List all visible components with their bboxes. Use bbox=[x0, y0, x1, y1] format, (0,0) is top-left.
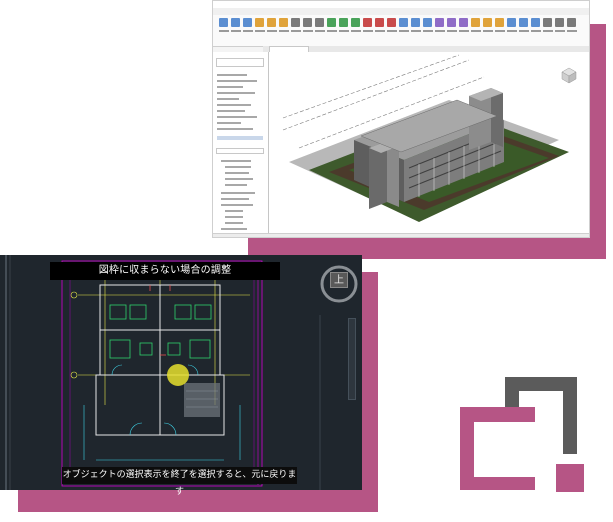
ribbon-tool-label bbox=[471, 30, 481, 32]
ribbon-tool-icon[interactable] bbox=[363, 18, 372, 27]
ribbon-tool-icon[interactable] bbox=[507, 18, 516, 27]
ribbon-tool-icon[interactable] bbox=[567, 18, 576, 27]
ribbon-tool-icon[interactable] bbox=[351, 18, 360, 27]
floor-plan-drawing bbox=[5, 255, 321, 490]
ribbon-tool-label bbox=[387, 30, 397, 32]
ribbon-tool-icon[interactable] bbox=[447, 18, 456, 27]
ribbon-tool-label bbox=[423, 30, 433, 32]
project-browser-search[interactable] bbox=[216, 148, 264, 154]
ribbon-tool-icon[interactable] bbox=[531, 18, 540, 27]
ribbon-tool-icon[interactable] bbox=[303, 18, 312, 27]
ribbon-tool-label bbox=[327, 30, 337, 32]
view-cube-top[interactable]: 上 bbox=[330, 272, 348, 288]
ribbon-tool-icon[interactable] bbox=[495, 18, 504, 27]
ribbon-tool-icon[interactable] bbox=[387, 18, 396, 27]
revit-window bbox=[212, 0, 590, 238]
ribbon-tool-icon[interactable] bbox=[231, 18, 240, 27]
ribbon-tool-label bbox=[279, 30, 289, 32]
ribbon-tool-icon[interactable] bbox=[411, 18, 420, 27]
navigation-bar[interactable] bbox=[348, 318, 356, 400]
autocad-window[interactable] bbox=[0, 255, 362, 490]
ribbon-tool-label bbox=[351, 30, 361, 32]
cursor-highlight-icon bbox=[167, 364, 189, 386]
ribbon-tool-label bbox=[219, 30, 229, 32]
ribbon-tool-label bbox=[531, 30, 541, 32]
ribbon-tool-label bbox=[231, 30, 241, 32]
ribbon-tool-label bbox=[543, 30, 553, 32]
tutorial-banner-text: 図枠に収まらない場合の調整 bbox=[98, 265, 232, 276]
ribbon-tool-label bbox=[255, 30, 265, 32]
ribbon-tool-label bbox=[447, 30, 457, 32]
view-cube-icon bbox=[561, 67, 577, 84]
ribbon-tool-label bbox=[339, 30, 349, 32]
ribbon-tool-label bbox=[375, 30, 385, 32]
ribbon-tool-icon[interactable] bbox=[423, 18, 432, 27]
ribbon-tool-label bbox=[291, 30, 301, 32]
overlapping-squares-icon bbox=[460, 377, 584, 492]
ribbon-tool-icon[interactable] bbox=[483, 18, 492, 27]
ribbon-tool-label bbox=[483, 30, 493, 32]
ribbon-tool-label bbox=[399, 30, 409, 32]
ribbon-tool-icon[interactable] bbox=[519, 18, 528, 27]
tutorial-banner: 図枠に収まらない場合の調整 bbox=[50, 262, 280, 280]
ribbon-tool-icon[interactable] bbox=[459, 18, 468, 27]
ribbon-tool-icon[interactable] bbox=[435, 18, 444, 27]
ribbon-tool-icon[interactable] bbox=[219, 18, 228, 27]
ribbon-tool-label bbox=[495, 30, 505, 32]
ribbon-tool-label bbox=[411, 30, 421, 32]
ribbon-tool-icon[interactable] bbox=[375, 18, 384, 27]
type-selector[interactable] bbox=[216, 58, 264, 67]
revit-3d-viewport[interactable] bbox=[269, 52, 589, 233]
ribbon-tool-icon[interactable] bbox=[327, 18, 336, 27]
ribbon-tool-label bbox=[315, 30, 325, 32]
revit-backing-card-side bbox=[590, 24, 606, 259]
ribbon-tool-label bbox=[555, 30, 565, 32]
ribbon-tool-label bbox=[363, 30, 373, 32]
ribbon-tool-label bbox=[567, 30, 577, 32]
ribbon-tool-icon[interactable] bbox=[555, 18, 564, 27]
ribbon-tool-label bbox=[267, 30, 277, 32]
ribbon-tool-label bbox=[519, 30, 529, 32]
ribbon-tool-icon[interactable] bbox=[255, 18, 264, 27]
tutorial-caption: オブジェクトの選択表示を終了を選択すると、元に戻ります bbox=[62, 467, 297, 497]
ribbon-tool-label bbox=[243, 30, 253, 32]
ribbon-tool-label bbox=[459, 30, 469, 32]
properties-panel bbox=[213, 52, 269, 237]
ribbon-tool-icon[interactable] bbox=[315, 18, 324, 27]
ribbon-tool-icon[interactable] bbox=[243, 18, 252, 27]
revit-status-bar bbox=[213, 233, 589, 237]
ribbon-tool-icon[interactable] bbox=[339, 18, 348, 27]
ribbon-tool-icon[interactable] bbox=[543, 18, 552, 27]
building-model bbox=[282, 54, 577, 222]
ribbon-tool-icon[interactable] bbox=[399, 18, 408, 27]
revit-ribbon bbox=[213, 15, 589, 47]
ribbon-tool-icon[interactable] bbox=[279, 18, 288, 27]
ribbon-tool-icon[interactable] bbox=[267, 18, 276, 27]
ribbon-tool-label bbox=[435, 30, 445, 32]
ribbon-tool-icon[interactable] bbox=[291, 18, 300, 27]
ribbon-tool-label bbox=[507, 30, 517, 32]
ribbon-tool-label bbox=[303, 30, 313, 32]
ribbon-tool-icon[interactable] bbox=[471, 18, 480, 27]
